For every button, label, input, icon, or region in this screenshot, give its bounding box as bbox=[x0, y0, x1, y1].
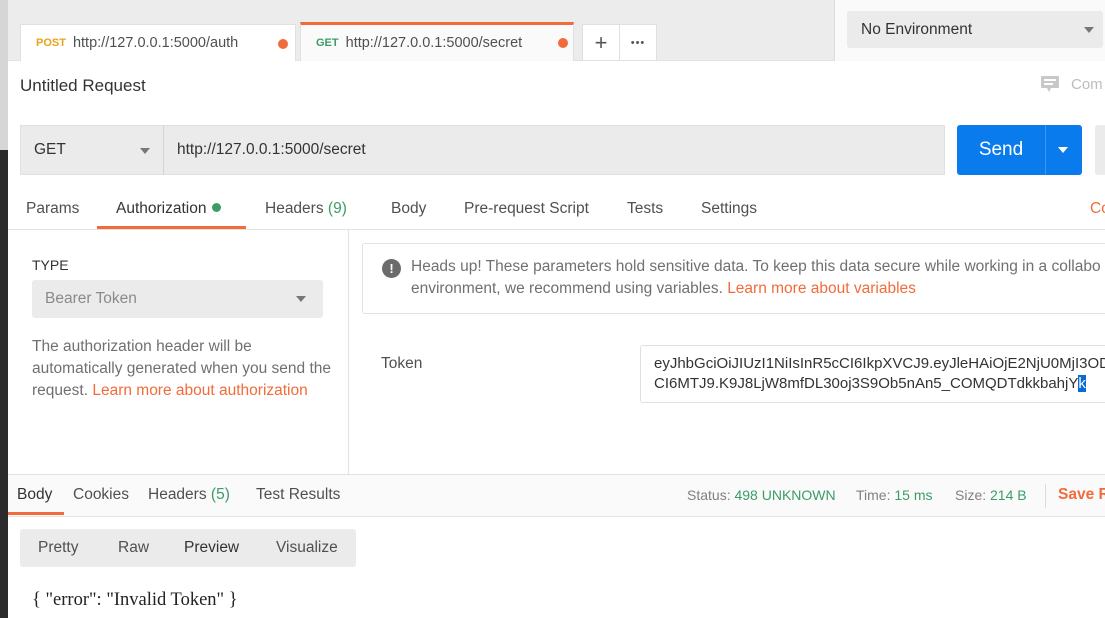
tab-options-button[interactable]: ••• bbox=[619, 24, 657, 61]
request-title[interactable]: Untitled Request bbox=[20, 76, 146, 96]
view-visualize[interactable]: Visualize bbox=[276, 539, 338, 557]
save-button[interactable] bbox=[1095, 125, 1105, 175]
environment-select[interactable]: No Environment bbox=[847, 11, 1103, 48]
tab-url: http://127.0.0.1:5000/secret bbox=[345, 35, 523, 51]
http-method-select[interactable]: GET bbox=[20, 125, 164, 175]
chevron-down-icon bbox=[140, 148, 150, 154]
notice-line-1: Heads up! These parameters hold sensitiv… bbox=[411, 258, 1101, 275]
token-selection: k bbox=[1078, 375, 1086, 392]
auth-type-label: TYPE bbox=[32, 257, 69, 273]
save-response-button[interactable]: Save R bbox=[1058, 486, 1105, 504]
send-label: Send bbox=[978, 139, 1024, 160]
send-options-button[interactable] bbox=[1045, 125, 1082, 175]
active-indicator-icon bbox=[212, 203, 222, 212]
status-value: 498 UNKNOWN bbox=[734, 487, 836, 503]
learn-more-variables-link[interactable]: Learn more about variables bbox=[727, 280, 916, 297]
url-input[interactable]: http://127.0.0.1:5000/secret bbox=[164, 125, 945, 175]
response-tab-test-results[interactable]: Test Results bbox=[256, 486, 340, 504]
token-line-2: CI6MTJ9.K9J8LjW8mfDL30oj3S9Ob5nAn5_COMQD… bbox=[654, 375, 1079, 392]
info-icon: ! bbox=[382, 259, 401, 278]
url-value: http://127.0.0.1:5000/secret bbox=[177, 141, 366, 158]
tab-pre-request-script[interactable]: Pre-request Script bbox=[464, 200, 589, 218]
comments-label: Com bbox=[1071, 75, 1103, 93]
auth-type-value: Bearer Token bbox=[45, 290, 137, 307]
auth-type-select[interactable]: Bearer Token bbox=[32, 280, 323, 318]
response-status: Status: 498 UNKNOWN bbox=[687, 487, 836, 503]
send-button[interactable]: Send bbox=[957, 125, 1045, 175]
comments-button[interactable]: Com bbox=[1040, 74, 1103, 94]
tab-headers-label: Headers bbox=[265, 200, 324, 217]
meta-divider bbox=[1045, 484, 1046, 508]
notice-line-2: environment, we recommend using variable… bbox=[411, 280, 723, 297]
request-tab-secret[interactable]: GET http://127.0.0.1:5000/secret bbox=[300, 22, 574, 61]
plus-icon: + bbox=[594, 29, 608, 55]
tab-method-badge: POST bbox=[36, 37, 66, 49]
time-value: 15 ms bbox=[894, 487, 933, 503]
time-label: Time: bbox=[856, 487, 891, 503]
chevron-down-icon bbox=[1058, 147, 1068, 153]
response-headers-count: (5) bbox=[210, 486, 230, 503]
new-tab-button[interactable]: + bbox=[582, 24, 620, 61]
view-preview[interactable]: Preview bbox=[184, 539, 239, 557]
token-label: Token bbox=[381, 355, 423, 372]
tab-body[interactable]: Body bbox=[391, 200, 426, 218]
tab-url: http://127.0.0.1:5000/auth bbox=[72, 35, 239, 51]
response-tab-headers[interactable]: Headers (5) bbox=[148, 486, 230, 504]
tab-headers[interactable]: Headers (9) bbox=[265, 200, 347, 218]
tab-params[interactable]: Params bbox=[26, 200, 79, 218]
response-time: Time: 15 ms bbox=[856, 487, 933, 503]
more-icon: ••• bbox=[630, 36, 646, 49]
comment-icon bbox=[1041, 76, 1059, 92]
size-value: 214 B bbox=[990, 487, 1027, 503]
response-headers-label: Headers bbox=[148, 486, 207, 503]
panel-divider bbox=[348, 230, 349, 474]
notice-text: Heads up! These parameters hold sensitiv… bbox=[411, 256, 1105, 300]
learn-more-authorization-link[interactable]: Learn more about authorization bbox=[92, 382, 307, 399]
tab-authorization-label: Authorization bbox=[116, 200, 207, 217]
tab-method-badge: GET bbox=[316, 37, 339, 49]
cookies-code-link[interactable]: Co bbox=[1090, 200, 1105, 218]
unsaved-indicator bbox=[558, 38, 568, 48]
view-raw[interactable]: Raw bbox=[118, 539, 149, 557]
request-tab-auth[interactable]: POST http://127.0.0.1:5000/auth bbox=[20, 24, 296, 61]
headers-count: (9) bbox=[327, 200, 347, 217]
status-label: Status: bbox=[687, 487, 731, 503]
tab-settings[interactable]: Settings bbox=[701, 200, 757, 218]
token-input[interactable]: eyJhbGciOiJIUzI1NiIsInR5cCI6IkpXVCJ9.eyJ… bbox=[640, 345, 1105, 403]
tab-authorization[interactable]: Authorization bbox=[116, 200, 222, 218]
tab-tests[interactable]: Tests bbox=[627, 200, 663, 218]
window-edge bbox=[0, 0, 8, 618]
chevron-down-icon bbox=[296, 296, 306, 302]
response-size: Size: 214 B bbox=[955, 487, 1027, 503]
auth-description: The authorization header will be automat… bbox=[32, 336, 332, 402]
http-method-value: GET bbox=[34, 141, 66, 158]
view-pretty[interactable]: Pretty bbox=[38, 539, 78, 557]
token-line-1: eyJhbGciOiJIUzI1NiIsInR5cCI6IkpXVCJ9.eyJ… bbox=[654, 355, 1105, 372]
response-tab-body[interactable]: Body bbox=[17, 486, 52, 504]
size-label: Size: bbox=[955, 487, 987, 503]
response-tab-underline bbox=[8, 512, 64, 515]
chevron-down-icon bbox=[1084, 27, 1094, 33]
active-tab-underline bbox=[97, 226, 246, 229]
response-tab-cookies[interactable]: Cookies bbox=[73, 486, 129, 504]
unsaved-indicator bbox=[278, 39, 288, 49]
response-body: { "error": "Invalid Token" } bbox=[32, 590, 238, 610]
environment-value: No Environment bbox=[861, 20, 973, 38]
